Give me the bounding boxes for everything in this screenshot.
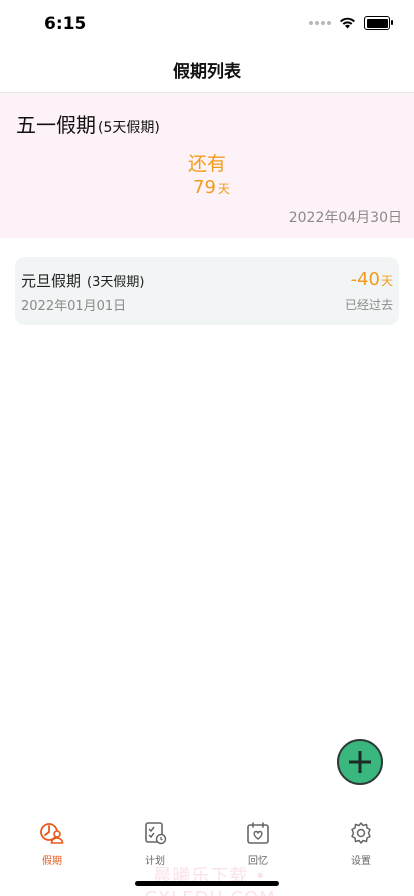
featured-holiday-days: (5天假期) [98,120,160,136]
holiday-count: -40天 [351,269,393,290]
add-holiday-button[interactable] [337,739,383,785]
home-indicator [135,881,279,886]
holiday-name: 元旦假期 [21,272,82,290]
featured-holiday-name: 五一假期 [16,113,96,137]
plan-icon [145,822,167,845]
page-title: 假期列表 [173,61,241,82]
tab-plan[interactable]: 计划 [125,820,185,867]
status-bar: 6:15 [0,0,414,46]
holiday-count-value: -40 [350,269,380,290]
watermark: 晨曦乐下载 • CXLEDU.COM [144,866,274,896]
memory-icon [247,822,269,844]
holiday-count-unit: 天 [380,274,393,288]
holiday-list-screen: 6:15 假期列表 五一假期 (5天假期) 还有 79 天 2022年04月30日 [0,0,414,896]
status-time: 6:15 [44,14,87,34]
featured-holiday-title: 五一假期 (5天假期) [16,109,160,138]
holiday-status: 已经过去 [344,298,393,312]
nav-bar: 假期列表 [0,46,414,93]
countdown-value: 79 [193,177,216,198]
signal-icon [309,21,331,25]
featured-holiday-card[interactable]: 五一假期 (5天假期) 还有 79 天 2022年04月30日 [0,93,414,238]
holiday-days: (3天假期) [87,275,145,290]
plus-icon [349,751,371,773]
battery-icon [364,16,393,30]
holiday-name-row: 元旦假期 (3天假期) [21,270,144,291]
countdown-unit: 天 [217,182,230,196]
holiday-date: 2022年01月01日 [21,299,127,314]
tab-settings[interactable]: 设置 [331,820,391,867]
countdown-label: 还有 [187,153,226,175]
tab-label-settings: 设置 [351,856,371,867]
tab-memory[interactable]: 回忆 [228,820,288,867]
countdown-number: 79 天 [193,177,230,198]
wifi-icon [340,17,355,29]
tab-label-holiday: 假期 [42,856,62,867]
tab-holiday[interactable]: 假期 [22,820,82,867]
gear-icon [351,822,371,844]
holiday-icon [40,823,64,844]
featured-holiday-date: 2022年04月30日 [288,210,402,226]
holiday-list-item[interactable]: 元旦假期 (3天假期) 2022年01月01日 -40天 已经过去 [15,257,399,325]
status-icons [309,16,393,30]
